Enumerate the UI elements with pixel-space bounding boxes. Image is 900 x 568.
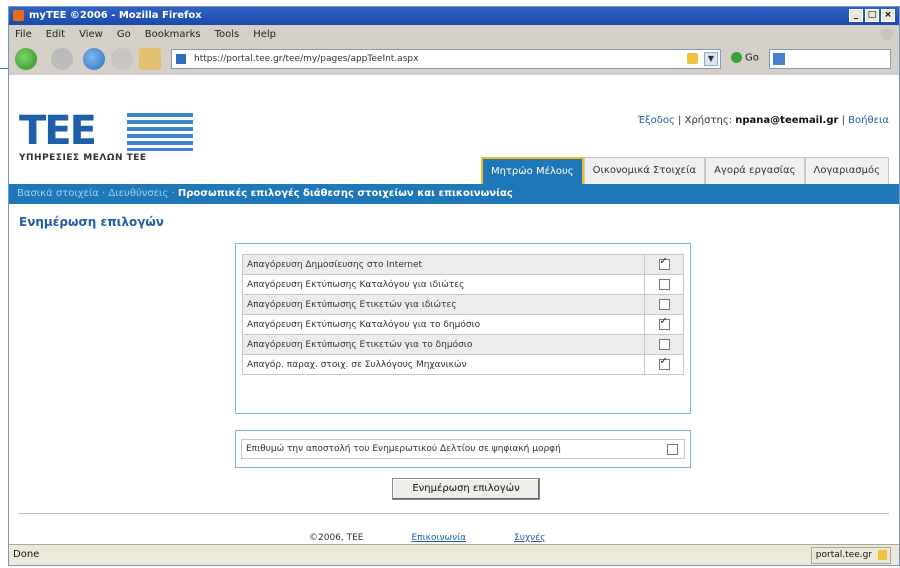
site-icon: [176, 54, 186, 64]
forward-button[interactable]: [51, 48, 73, 70]
update-options-button[interactable]: Ενημέρωση επιλογών: [392, 478, 540, 500]
status-bar: Done portal.tee.gr: [9, 544, 899, 565]
history-dropdown-button[interactable]: ▼: [704, 52, 718, 66]
table-row: Απαγόρευση Εκτύπωσης Καταλόγου για ιδιώτ…: [242, 274, 684, 295]
option-checkbox[interactable]: [658, 316, 670, 330]
menu-bookmarks[interactable]: Bookmarks: [145, 26, 201, 43]
breadcrumb-current: Προσωπικές επιλογές διάθεσης στοιχείων κ…: [177, 188, 513, 199]
option-label: Απαγόρ. παραχ. στοιχ. σε Συλλόγους Μηχαν…: [242, 354, 645, 375]
option-label: Απαγόρευση Δημοσίευσης στο Internet: [242, 254, 645, 275]
lock-icon[interactable]: [687, 53, 698, 64]
address-bar[interactable]: https://portal.tee.gr/tee/my/pages/appTe…: [171, 49, 721, 69]
user-label: Χρήστης:: [684, 115, 733, 126]
menu-help[interactable]: Help: [253, 26, 276, 43]
option-label: Απαγόρευση Εκτύπωσης Καταλόγου για το δη…: [242, 314, 645, 335]
menu-tools[interactable]: Tools: [215, 26, 240, 43]
contact-link[interactable]: Επικοινωνία: [412, 533, 467, 543]
menu-go[interactable]: Go: [117, 26, 131, 43]
newsletter-label: Επιθυμώ την αποστολή του Ενημερωτικού Δε…: [246, 444, 561, 454]
option-checkbox[interactable]: [658, 279, 670, 290]
tee-logo[interactable]: TEE ΥΠΗΡΕΣΙΕΣ ΜΕΛΩΝ ΤΕΕ: [19, 111, 193, 163]
menu-view[interactable]: View: [79, 26, 103, 43]
table-row: Απαγόρευση Εκτύπωσης Καταλόγου για το δη…: [242, 314, 684, 335]
status-domain: portal.tee.gr: [810, 547, 891, 564]
status-text: Done: [13, 549, 40, 560]
firefox-icon: [13, 10, 24, 21]
browser-window: myTEE ©2006 - Mozilla Firefox _ □ × File…: [8, 6, 900, 566]
user-email: npana@teemail.gr: [735, 115, 839, 126]
footer: ©2006, TEE Επικοινωνία Συχνές: [309, 533, 545, 543]
user-line: Έξοδος | Χρήστης: npana@teemail.gr | Βοή…: [637, 115, 889, 126]
main-tabs: Μητρώο Μέλους Οικονομικά Στοιχεία Αγορά …: [480, 157, 889, 185]
maximize-button[interactable]: □: [865, 9, 879, 22]
navigation-toolbar: https://portal.tee.gr/tee/my/pages/appTe…: [9, 44, 899, 74]
back-button[interactable]: [15, 48, 37, 70]
option-checkbox[interactable]: [658, 299, 670, 310]
window-title: myTEE ©2006 - Mozilla Firefox: [29, 10, 202, 21]
url-text: https://portal.tee.gr/tee/my/pages/appTe…: [194, 54, 419, 64]
tab-account[interactable]: Λογαριασμός: [804, 157, 889, 184]
options-panel: Απαγόρευση Δημοσίευσης στο Internet Απαγ…: [235, 243, 691, 414]
option-label: Απαγόρευση Εκτύπωσης Ετικετών για το δημ…: [242, 334, 645, 355]
logout-link[interactable]: Έξοδος: [638, 115, 675, 126]
copyright-text: ©2006, TEE: [309, 533, 364, 543]
option-label: Απαγόρευση Εκτύπωσης Ετικετών για ιδιώτε…: [242, 294, 645, 315]
padlock-icon[interactable]: [878, 550, 887, 560]
faq-link[interactable]: Συχνές: [514, 533, 545, 543]
close-button[interactable]: ×: [881, 9, 895, 22]
breadcrumb-basic-data[interactable]: Βασικά στοιχεία: [17, 188, 99, 199]
go-label: Go: [745, 52, 759, 64]
home-button[interactable]: [139, 48, 161, 70]
tab-job-market[interactable]: Αγορά εργασίας: [705, 157, 805, 184]
reload-button[interactable]: [83, 48, 105, 70]
menu-edit[interactable]: Edit: [46, 26, 65, 43]
go-icon: [731, 52, 742, 63]
table-row: Απαγόρ. παραχ. στοιχ. σε Συλλόγους Μηχαν…: [242, 354, 684, 375]
go-button[interactable]: Go: [731, 52, 759, 64]
footer-divider: [19, 513, 889, 514]
option-checkbox[interactable]: [658, 339, 670, 350]
search-engine-icon[interactable]: [773, 53, 785, 65]
tab-financial-data[interactable]: Οικονομικά Στοιχεία: [583, 157, 706, 184]
menu-bar: File Edit View Go Bookmarks Tools Help: [9, 26, 899, 43]
option-checkbox[interactable]: [658, 356, 670, 370]
page-content: TEE ΥΠΗΡΕΣΙΕΣ ΜΕΛΩΝ ΤΕΕ Έξοδος | Χρήστης…: [9, 75, 899, 546]
status-domain-text: portal.tee.gr: [815, 550, 872, 560]
newsletter-panel: Επιθυμώ την αποστολή του Ενημερωτικού Δε…: [235, 430, 691, 468]
title-bar: myTEE ©2006 - Mozilla Firefox _ □ ×: [9, 7, 899, 25]
stop-button[interactable]: [111, 48, 133, 70]
newsletter-row: Επιθυμώ την αποστολή του Ενημερωτικού Δε…: [241, 439, 685, 459]
table-row: Απαγόρευση Εκτύπωσης Ετικετών για ιδιώτε…: [242, 294, 684, 315]
search-box[interactable]: [769, 49, 891, 69]
logo-subtitle: ΥΠΗΡΕΣΙΕΣ ΜΕΛΩΝ ΤΕΕ: [19, 153, 147, 163]
minimize-button[interactable]: _: [849, 9, 863, 22]
breadcrumb: Βασικά στοιχεία · Διευθύνσεις · Προσωπικ…: [9, 184, 899, 204]
newsletter-checkbox[interactable]: [667, 444, 678, 455]
options-table: Απαγόρευση Δημοσίευσης στο Internet Απαγ…: [242, 254, 684, 375]
menu-file[interactable]: File: [15, 26, 32, 43]
option-checkbox[interactable]: [658, 256, 670, 270]
logo-stripes: [127, 113, 193, 151]
breadcrumb-addresses[interactable]: Διευθύνσεις: [108, 188, 168, 199]
table-row: Απαγόρευση Δημοσίευσης στο Internet: [242, 254, 684, 275]
tab-member-registry[interactable]: Μητρώο Μέλους: [480, 157, 584, 185]
table-row: Απαγόρευση Εκτύπωσης Ετικετών για το δημ…: [242, 334, 684, 355]
help-link[interactable]: Βοήθεια: [848, 115, 889, 126]
option-label: Απαγόρευση Εκτύπωσης Καταλόγου για ιδιώτ…: [242, 274, 645, 295]
page-title: Ενημέρωση επιλογών: [19, 215, 164, 229]
throbber-icon: [881, 28, 893, 40]
